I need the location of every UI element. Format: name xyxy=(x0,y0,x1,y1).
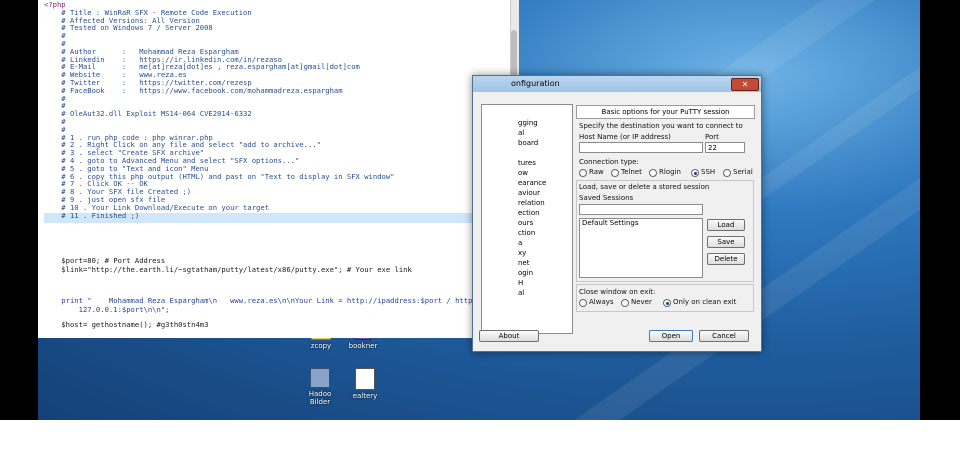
tree-item[interactable]: board xyxy=(518,139,538,147)
delete-button[interactable]: Delete xyxy=(707,253,745,265)
close-icon[interactable]: ✕ xyxy=(731,78,759,91)
about-button[interactable]: About xyxy=(479,330,539,342)
host-label: Host Name (or IP address) xyxy=(579,133,671,141)
code-line[interactable]: 127.0.0.1:$port\n\n"; xyxy=(44,305,170,314)
tree-item[interactable]: H xyxy=(518,279,523,287)
port-input[interactable]: 22 xyxy=(705,142,745,153)
installer-icon xyxy=(310,368,330,388)
saved-sessions-input[interactable] xyxy=(579,204,703,215)
tree-item[interactable]: ogin xyxy=(518,269,533,277)
tree-item[interactable]: al xyxy=(518,289,524,297)
panel-title: Basic options for your PuTTY session xyxy=(576,105,755,119)
connection-type-label-rlogin: Rlogin xyxy=(659,168,681,176)
left-black-bar xyxy=(0,0,38,420)
desktop-icon-label: ealtery xyxy=(352,392,378,400)
connection-type-label-ssh: SSH xyxy=(701,168,716,176)
tree-item[interactable]: xy xyxy=(518,249,526,257)
tree-item[interactable]: ction xyxy=(518,229,535,237)
spreadsheet-icon xyxy=(355,368,375,390)
save-button[interactable]: Save xyxy=(707,236,745,248)
open-button[interactable]: Open xyxy=(649,330,693,342)
close-exit-radio-1[interactable] xyxy=(621,299,629,307)
tree-item[interactable]: ection xyxy=(518,209,540,217)
connection-type-radio-rlogin[interactable] xyxy=(649,169,657,177)
close-exit-radio-0[interactable] xyxy=(579,299,587,307)
desktop-icon-label: zcopy xyxy=(310,342,332,350)
tree-item[interactable]: aviour xyxy=(518,189,540,197)
code-line[interactable]: # FaceBook : https://www.facebook.com/mo… xyxy=(44,86,342,95)
code-line[interactable]: print " Mohammad Reza Espargham\n www.re… xyxy=(44,296,485,305)
tree-item[interactable]: al xyxy=(518,129,524,137)
desktop-icon-label: Hadoo Bilder xyxy=(308,390,332,406)
sessions-group-label: Load, save or delete a stored session xyxy=(579,183,710,191)
code-line[interactable]: $link="http://the.earth.li/~sgtatham/put… xyxy=(44,265,412,274)
session-item-default[interactable]: Default Settings xyxy=(582,219,702,228)
desktop-icon-hadoo[interactable]: Hadoo Bilder xyxy=(298,368,342,406)
load-button[interactable]: Load xyxy=(707,219,745,231)
close-exit-option-label: Only on clean exit xyxy=(673,298,737,306)
close-exit-option-label: Always xyxy=(589,298,614,306)
tree-item[interactable]: ow xyxy=(518,169,528,177)
tree-item[interactable]: ours xyxy=(518,219,533,227)
code-line[interactable]: $port=80; # Port Address xyxy=(44,256,165,265)
code-line[interactable]: # 11 . Finished ;) xyxy=(44,211,139,220)
desktop-icon-ealtery[interactable]: ealtery xyxy=(348,368,382,400)
close-exit-option-label: Never xyxy=(631,298,652,306)
connection-type-radio-raw[interactable] xyxy=(579,169,587,177)
code-line[interactable]: # Tested on Windows 7 / Server 2008 xyxy=(44,23,212,32)
connection-type-radio-ssh[interactable] xyxy=(691,169,699,177)
close-exit-radio-2[interactable] xyxy=(663,299,671,307)
connection-type-radio-telnet[interactable] xyxy=(611,169,619,177)
connection-type-label-serial: Serial xyxy=(733,168,753,176)
destination-label: Specify the destination you want to conn… xyxy=(579,122,743,130)
tree-item[interactable]: net xyxy=(518,259,530,267)
putty-configuration-window[interactable]: onfiguration ✕ gging al board tures ow earanc… xyxy=(472,75,762,352)
code-line[interactable]: # OleAut32.dll Exploit MS14-064 CVE2014-… xyxy=(44,109,251,118)
desktop-icon-label: bookner xyxy=(348,342,378,350)
tree-item[interactable]: tures xyxy=(518,159,536,167)
tree-item[interactable]: gging xyxy=(518,119,538,127)
putty-title-bar[interactable]: onfiguration ✕ xyxy=(473,76,761,92)
tree-item[interactable]: a xyxy=(518,239,522,247)
port-label: Port xyxy=(705,133,719,141)
connection-type-radio-serial[interactable] xyxy=(723,169,731,177)
putty-title-text: onfiguration xyxy=(511,79,560,88)
connection-type-label-raw: Raw xyxy=(589,168,604,176)
cancel-button[interactable]: Cancel xyxy=(699,330,749,342)
close-exit-label: Close window on exit: xyxy=(579,288,656,296)
connection-type-label-telnet: Telnet xyxy=(621,168,642,176)
host-name-input[interactable] xyxy=(579,142,703,153)
code-line[interactable]: $host= gethostname(); #g3th0stn4m3 xyxy=(44,320,208,329)
tree-item[interactable]: relation xyxy=(518,199,545,207)
editor-text-area[interactable]: <?php # Title : WinRaR SFX - Remote Code… xyxy=(38,0,510,338)
category-tree[interactable]: gging al board tures ow earance aviour relation… xyxy=(481,104,573,334)
saved-sessions-label: Saved Sessions xyxy=(579,194,634,202)
sessions-list[interactable]: Default Settings xyxy=(579,218,703,278)
close-exit-options: Always Never Only on clean exit xyxy=(579,298,757,308)
connection-type-group: Raw Telnet Rlogin SSH Serial xyxy=(579,168,757,178)
connection-type-label: Connection type: xyxy=(579,158,639,166)
right-black-bar xyxy=(920,0,960,420)
tree-item[interactable]: earance xyxy=(518,179,546,187)
